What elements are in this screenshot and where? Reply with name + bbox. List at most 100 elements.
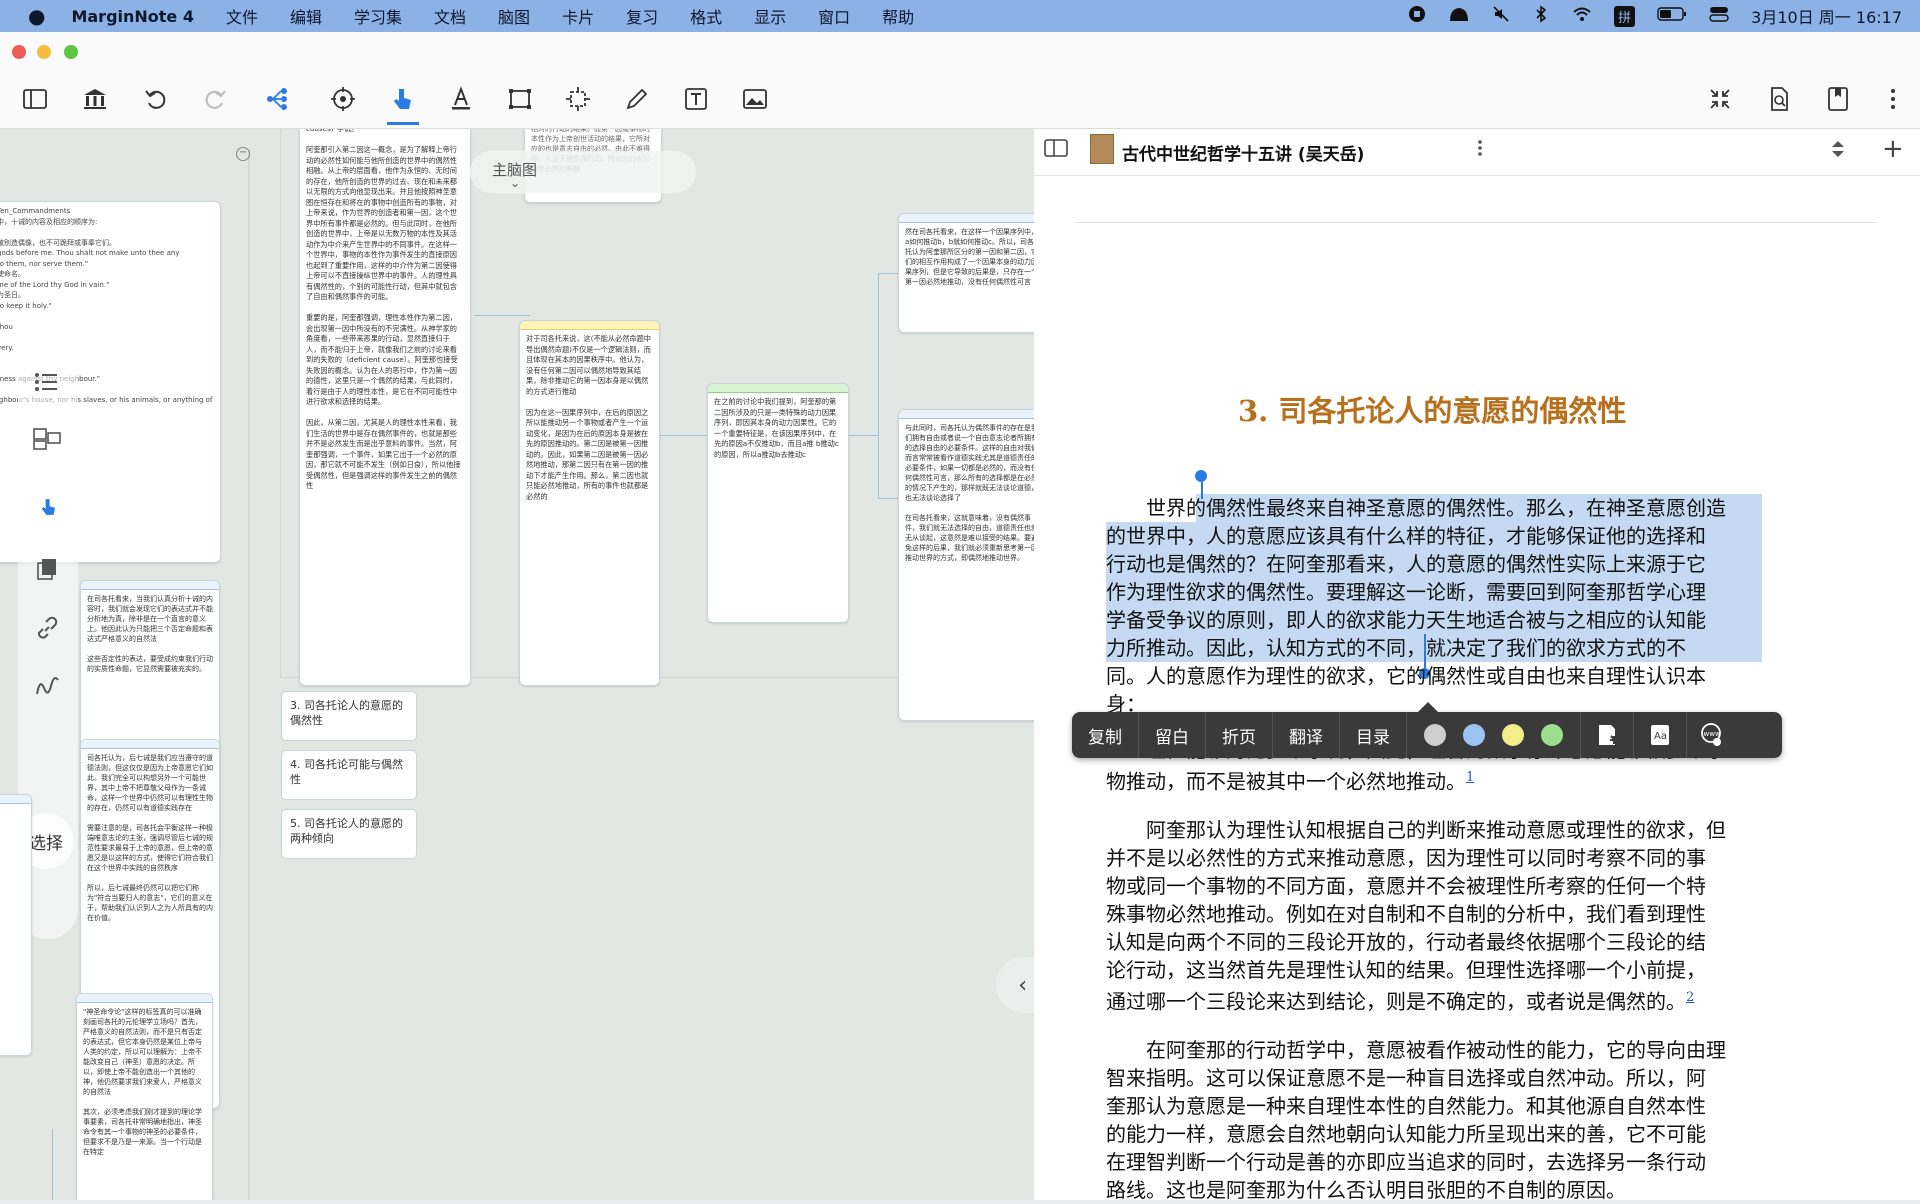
mindmap-card[interactable]: 然在司各托看来，在这样一个因果序列中，a如何推动b，b就如何推动c。所以，司各托… (898, 213, 1034, 333)
paragraph[interactable]: 阿奎那认为理性认知根据自己的判断来推动意愿或理性的欲求，但 并不是以必然性的方式… (1106, 816, 1760, 1016)
library-icon[interactable] (80, 84, 110, 114)
menu-format[interactable]: 格式 (690, 4, 722, 28)
color-yellow-swatch[interactable] (1502, 724, 1524, 746)
card-text: 对于司各托来说，这(不能从必然命题中导出偶然命题)不仅是一个逻辑法则，而且体现在… (526, 334, 651, 501)
outline-chip[interactable]: 5. 司各托论人的意愿的两种倾向 (281, 809, 417, 859)
text-line: 认知是向两个不同的三段论开放的，行动者最终依据哪个三段论的结 (1106, 930, 1706, 954)
control-center-icon[interactable] (1709, 5, 1729, 27)
paragraph[interactable]: 在阿奎那的行动哲学中，意愿被看作被动性的能力，它的导向由理 智来指明。这可以保证… (1106, 1036, 1760, 1204)
menu-view[interactable]: 显示 (754, 4, 786, 28)
mute-icon[interactable] (1492, 5, 1510, 27)
text-line: 智来指明。这可以保证意愿不是一种盲目选择或自然冲动。所以，阿 (1106, 1066, 1706, 1090)
more-colors-icon[interactable] (1581, 722, 1633, 748)
menu-review[interactable]: 复习 (626, 4, 658, 28)
lasso-select-icon[interactable] (563, 84, 593, 114)
footnote-link[interactable]: 2 (1686, 990, 1694, 1005)
image-icon[interactable] (740, 84, 770, 114)
split-view-icon[interactable] (1044, 138, 1068, 162)
add-tab-icon[interactable]: + (1882, 134, 1904, 164)
textbox-icon[interactable] (681, 84, 711, 114)
menu-edit[interactable]: 编辑 (290, 4, 322, 28)
menu-help[interactable]: 帮助 (882, 4, 914, 28)
selection-start-knob[interactable] (1195, 470, 1207, 482)
color-green-swatch[interactable] (1541, 724, 1563, 746)
rect-select-icon[interactable] (505, 84, 535, 114)
menu-document[interactable]: 文档 (434, 4, 466, 28)
input-method-icon[interactable]: 拼 (1614, 5, 1636, 27)
menu-file[interactable]: 文件 (226, 4, 258, 28)
list-icon[interactable] (33, 369, 59, 399)
mindmap-card[interactable]: "神圣命令论"这样的标签真的可以准确刻画司各托的元伦理学立场吗？首先，严格意义的… (76, 993, 213, 1200)
footnote-link[interactable]: 1 (1466, 770, 1474, 785)
freehand-icon[interactable] (34, 674, 62, 704)
outline-chip[interactable]: 4. 司各托论可能与偶然性 (281, 750, 417, 800)
document-title[interactable]: 古代中世纪哲学十五讲 (吴天岳) (1122, 140, 1364, 165)
select-hand-icon[interactable] (387, 84, 417, 114)
menu-study-set[interactable]: 学习集 (354, 4, 402, 28)
menu-window[interactable]: 窗口 (818, 4, 850, 28)
mindmap-card[interactable]: 与此同时，司各托认为偶然事件的存在是我们拥有自由或者说一个自由意志论者所拥有的选… (898, 409, 1034, 721)
app-name-menu[interactable]: MarginNote 4 (71, 7, 194, 26)
dictionary-icon[interactable]: Aa (1634, 723, 1686, 747)
main-mindmap-tab[interactable]: 主脑图 ⌄ (470, 151, 696, 193)
color-blue-swatch[interactable] (1463, 724, 1485, 746)
redo-icon[interactable] (200, 84, 230, 114)
web-search-icon[interactable]: www (1687, 722, 1735, 748)
chapter-heading: 3. 司各托论人的意愿的偶然性 (1238, 394, 1627, 428)
chevron-left-icon[interactable]: ‹ (1018, 973, 1027, 998)
mindmap-icon[interactable] (262, 84, 292, 114)
book-cover-thumbnail (1090, 134, 1114, 164)
card-text: causes)"学说。 阿奎那引入第二因这一概念，是为了解释上帝行动的必然性如何… (306, 129, 461, 490)
collapse-icon[interactable] (1705, 84, 1735, 114)
paragraph[interactable]: 世界的偶然性最终来自神圣意愿的偶然性。那么，在神圣意愿创造 的世界中，人的意愿应… (1106, 494, 1760, 718)
layout-icon[interactable] (33, 427, 61, 455)
document-search-icon[interactable] (1764, 84, 1794, 114)
battery-icon[interactable] (1657, 5, 1687, 27)
mindmap-canvas[interactable]: Ten_Commandments 中，十诫的内容及相应的顺序为: 敬别造偶像，也… (0, 129, 1034, 1200)
window-close-button[interactable] (12, 45, 26, 59)
card-text: 与此同时，司各托认为偶然事件的存在是我们拥有自由或者说一个自由意志论者所拥有的选… (905, 424, 1034, 562)
sidebar-toggle-icon[interactable] (20, 84, 50, 114)
focus-target-icon[interactable] (328, 84, 358, 114)
text-line: 论行动，这当然首先是理性认知的结果。但理性选择哪一个小前提， (1106, 958, 1706, 982)
menu-card[interactable]: 卡片 (562, 4, 594, 28)
selection-popup-menu: 复制 留白 折页 翻译 目录 Aa www (1072, 712, 1782, 758)
page-turn-control[interactable]: ‹•› (996, 957, 1034, 1013)
text-line: 世界的偶然性最终来自神圣意愿的偶然性。那么，在神圣意愿创造 (1146, 496, 1726, 520)
more-vertical-icon[interactable] (1474, 138, 1486, 162)
toc-button[interactable]: 目录 (1340, 712, 1407, 758)
hand-tool-icon[interactable] (30, 489, 66, 525)
mindmap-card[interactable]: causes)"学说。 阿奎那引入第二因这一概念，是为了解释上帝行动的必然性如何… (299, 129, 471, 686)
pen-icon[interactable] (622, 84, 652, 114)
highlight-text-icon[interactable] (446, 84, 476, 114)
color-gray-swatch[interactable] (1424, 724, 1446, 746)
mindmap-card-yellow[interactable]: 对于司各托来说，这(不能从必然命题中导出偶然命题)不仅是一个逻辑法则，而且体现在… (519, 320, 660, 686)
text-line: 奎那认为意愿是一种来自理性本性的自然能力。和其他源自自然本性 (1106, 1094, 1706, 1118)
chevron-down-icon[interactable]: ⌄ (510, 176, 520, 190)
text-line: 并不是以必然性的方式来推动意愿，因为理性可以同时考察不同的事 (1106, 846, 1706, 870)
fold-page-button[interactable]: 折页 (1206, 712, 1273, 758)
bluetooth-icon[interactable] (1532, 5, 1550, 27)
apple-icon[interactable]: ● (28, 4, 45, 28)
window-minimize-button[interactable] (37, 45, 51, 59)
more-vertical-icon[interactable] (1878, 84, 1908, 114)
wifi-icon[interactable] (1572, 5, 1592, 27)
margin-button[interactable]: 留白 (1139, 712, 1206, 758)
collapse-minus-icon[interactable]: − (236, 147, 250, 161)
mindmap-card-green[interactable]: 在之前的讨论中我们提到，阿奎那的第二因所涉及的只是一类特殊的动力因果序列，即因其… (707, 383, 849, 623)
translate-button[interactable]: 翻译 (1273, 712, 1340, 758)
copy-button[interactable]: 复制 (1072, 712, 1139, 758)
sort-arrows-icon[interactable] (1828, 138, 1848, 164)
text-line: 在理智判断一个行动是善的亦即应当追求的同时，去选择另一条行动 (1106, 1150, 1706, 1174)
menu-mindmap[interactable]: 脑图 (498, 4, 530, 28)
window-zoom-button[interactable] (64, 45, 78, 59)
link-icon[interactable] (34, 616, 60, 646)
clock[interactable]: 3月10日 周一 16:17 (1751, 4, 1902, 28)
mindmap-card[interactable] (0, 794, 32, 1056)
copy-icon[interactable] (36, 557, 58, 585)
undo-icon[interactable] (141, 84, 171, 114)
bookmark-book-icon[interactable] (1823, 84, 1853, 114)
record-icon[interactable] (1408, 5, 1426, 27)
outline-chip[interactable]: 3. 司各托论人的意愿的偶然性 (281, 691, 417, 741)
cloud-app-icon[interactable] (1448, 5, 1470, 27)
